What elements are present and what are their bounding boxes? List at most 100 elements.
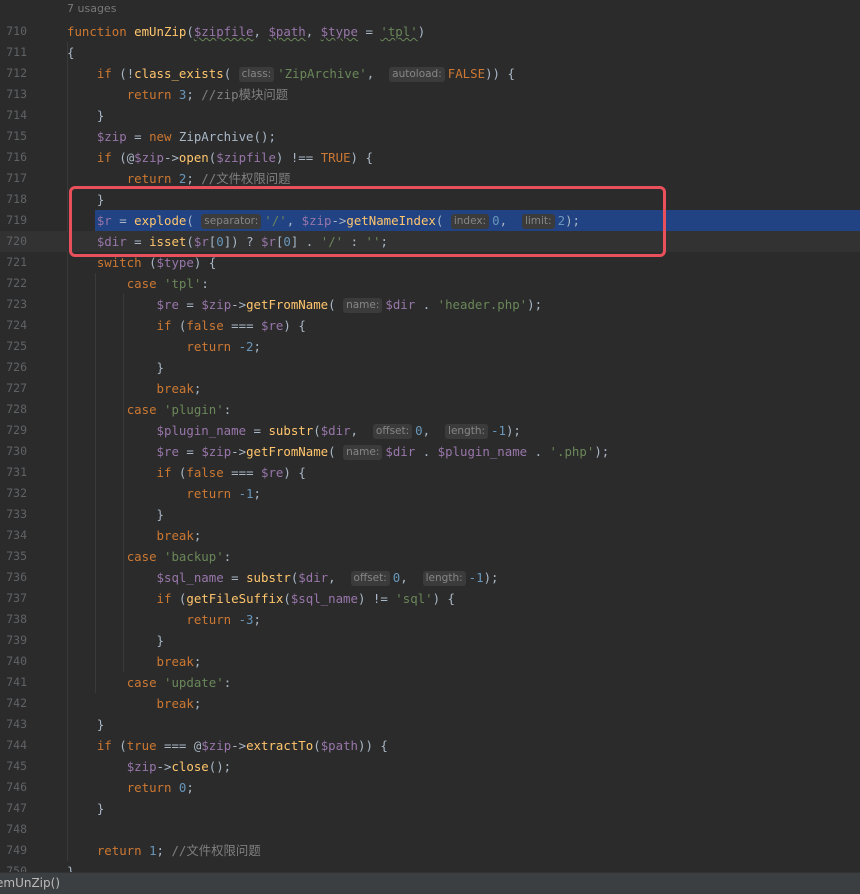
code-text[interactable]: } <box>67 105 104 126</box>
code-line[interactable]: 714 } <box>0 105 860 126</box>
line-number: 746 <box>6 780 27 794</box>
code-text[interactable]: break; <box>67 525 202 546</box>
code-line[interactable]: 744 if (true === @$zip->extractTo($path)… <box>0 735 860 756</box>
line-number: 750 <box>6 864 27 872</box>
code-line[interactable]: 726 } <box>0 357 860 378</box>
code-text[interactable]: if (@$zip->open($zipfile) !== TRUE) { <box>67 147 373 168</box>
code-text[interactable]: $zip->close(); <box>67 756 231 777</box>
code-line[interactable]: 733 } <box>0 504 860 525</box>
code-token: } <box>67 108 105 123</box>
breadcrumb[interactable]: emUnZip() <box>0 873 60 894</box>
code-line[interactable]: 729 $plugin_name = substr($dir, offset: 0… <box>0 420 860 441</box>
code-text[interactable]: if (false === $re) { <box>67 315 306 336</box>
code-text[interactable]: if (getFileSuffix($sql_name) != 'sql') { <box>67 588 455 609</box>
code-line[interactable]: 730 $re = $zip->getFromName( name: $dir .… <box>0 441 860 462</box>
code-token: case <box>126 276 164 291</box>
code-text[interactable]: if (false === $re) { <box>67 462 306 483</box>
code-text[interactable]: function emUnZip($zipfile, $path, $type … <box>67 21 425 42</box>
code-text[interactable]: } <box>67 357 164 378</box>
code-line[interactable]: 731 if (false === $re) { <box>0 462 860 483</box>
code-line[interactable]: 715 $zip = new ZipArchive(); <box>0 126 860 147</box>
code-line[interactable]: 742 break; <box>0 693 860 714</box>
code-text[interactable]: $re = $zip->getFromName( name: $dir . $pl… <box>67 441 609 462</box>
code-text[interactable]: break; <box>67 378 202 399</box>
code-token: ( <box>313 423 321 438</box>
code-text[interactable]: $zip = new ZipArchive(); <box>67 126 276 147</box>
code-line[interactable]: 724 if (false === $re) { <box>0 315 860 336</box>
code-token: ( <box>119 738 127 753</box>
code-token: substr <box>268 423 314 438</box>
code-line[interactable]: 723 $re = $zip->getFromName( name: $dir .… <box>0 294 860 315</box>
code-line[interactable]: 749 return 1; //文件权限问题 <box>0 840 860 861</box>
code-text[interactable]: return -1; <box>67 483 261 504</box>
code-token: } <box>67 633 164 648</box>
code-line[interactable]: 725 return -2; <box>0 336 860 357</box>
code-text[interactable]: return 1; //文件权限问题 <box>67 840 261 861</box>
code-line[interactable]: 713 return 3; //zip模块问题 <box>0 84 860 105</box>
code-token: new <box>149 129 179 144</box>
code-token: ; <box>156 843 172 858</box>
code-text[interactable]: } <box>67 630 164 651</box>
code-line[interactable]: 743 } <box>0 714 860 735</box>
line-number: 739 <box>6 633 27 647</box>
code-text[interactable]: } <box>67 714 104 735</box>
code-line[interactable]: 711 { <box>0 42 860 63</box>
code-token: if <box>96 66 120 81</box>
code-token: ) != <box>357 591 396 606</box>
line-number: 713 <box>6 87 27 101</box>
code-text[interactable]: case 'tpl': <box>67 273 209 294</box>
code-text[interactable]: } <box>67 504 164 525</box>
code-line[interactable]: 747 } <box>0 798 860 819</box>
line-number: 729 <box>6 423 27 437</box>
code-token: true <box>126 738 157 753</box>
code-text[interactable]: case 'backup': <box>67 546 231 567</box>
code-line[interactable]: 734 break; <box>0 525 860 546</box>
code-token: ( <box>186 24 194 39</box>
code-text[interactable]: case 'update': <box>67 672 231 693</box>
code-text[interactable]: return 3; //zip模块问题 <box>67 84 288 105</box>
code-token: 'sql' <box>395 591 433 606</box>
code-editor[interactable]: 7 usages 710 function emUnZip($zipfile, $… <box>0 0 860 872</box>
code-text[interactable]: if (!class_exists( class: 'ZipArchive', a… <box>67 63 515 84</box>
code-text[interactable]: { <box>67 42 74 63</box>
code-text[interactable]: } <box>67 861 74 872</box>
code-line[interactable]: 750} <box>0 861 860 872</box>
code-line[interactable]: 748 <box>0 819 860 840</box>
code-text[interactable]: break; <box>67 693 202 714</box>
code-line[interactable]: 710 function emUnZip($zipfile, $path, $ty… <box>0 21 860 42</box>
code-text[interactable]: return -2; <box>67 336 261 357</box>
code-text[interactable]: break; <box>67 651 202 672</box>
code-token: break <box>156 696 194 711</box>
code-line[interactable]: 728 case 'plugin': <box>0 399 860 420</box>
code-text[interactable]: $sql_name = substr($dir, offset: 0, lengt… <box>67 567 499 588</box>
code-line[interactable]: 732 return -1; <box>0 483 860 504</box>
code-line[interactable]: 736 $sql_name = substr($dir, offset: 0, l… <box>0 567 860 588</box>
code-line[interactable]: 716 if (@$zip->open($zipfile) !== TRUE) … <box>0 147 860 168</box>
code-line[interactable]: 738 return -3; <box>0 609 860 630</box>
code-line[interactable]: 740 break; <box>0 651 860 672</box>
code-line[interactable]: 737 if (getFileSuffix($sql_name) != 'sql… <box>0 588 860 609</box>
code-text[interactable]: if (true === @$zip->extractTo($path)) { <box>67 735 388 756</box>
code-line[interactable]: 739 } <box>0 630 860 651</box>
code-line[interactable]: 727 break; <box>0 378 860 399</box>
code-text[interactable]: return -3; <box>67 609 261 630</box>
code-line[interactable]: 741 case 'update': <box>0 672 860 693</box>
code-token: //zip模块问题 <box>201 87 289 102</box>
code-line[interactable]: 712 if (!class_exists( class: 'ZipArchive… <box>0 63 860 84</box>
usages-hint[interactable]: 7 usages <box>67 2 116 15</box>
code-text[interactable]: } <box>67 798 104 819</box>
code-text[interactable]: case 'plugin': <box>67 399 231 420</box>
code-token: ); <box>527 297 543 312</box>
code-text[interactable]: $re = $zip->getFromName( name: $dir . 'he… <box>67 294 542 315</box>
code-text[interactable]: return 0; <box>67 777 194 798</box>
code-token: return <box>126 171 179 186</box>
code-line[interactable]: 722 case 'tpl': <box>0 273 860 294</box>
code-text[interactable]: $plugin_name = substr($dir, offset: 0, le… <box>67 420 521 441</box>
code-line[interactable]: 735 case 'backup': <box>0 546 860 567</box>
code-token: return <box>96 843 150 858</box>
code-line[interactable]: 746 return 0; <box>0 777 860 798</box>
code-line[interactable]: 745 $zip->close(); <box>0 756 860 777</box>
code-token: 'ZipArchive' <box>277 66 367 81</box>
